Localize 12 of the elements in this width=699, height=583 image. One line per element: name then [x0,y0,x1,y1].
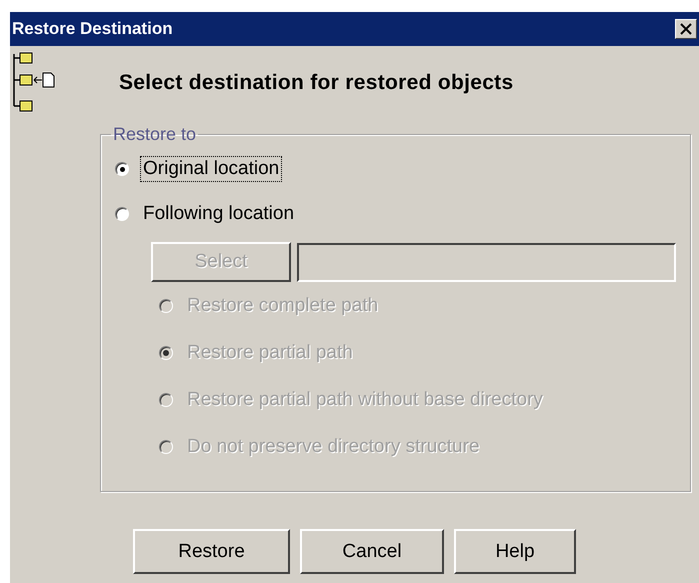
dialog-button[interactable]: Cancel [300,529,444,574]
radio-button[interactable] [115,207,129,221]
radio-label: Following location [142,202,296,226]
dialog-heading: Select destination for restored objects [119,71,514,95]
radio-button[interactable] [115,162,129,176]
group-legend: Restore to [111,124,198,145]
window-title: Restore Destination [12,19,173,39]
close-icon [680,23,692,35]
dialog-button[interactable]: Restore [133,529,290,574]
dialog-button[interactable]: Help [454,529,576,574]
radio-label: Original location [140,156,282,182]
close-button[interactable] [675,19,697,39]
